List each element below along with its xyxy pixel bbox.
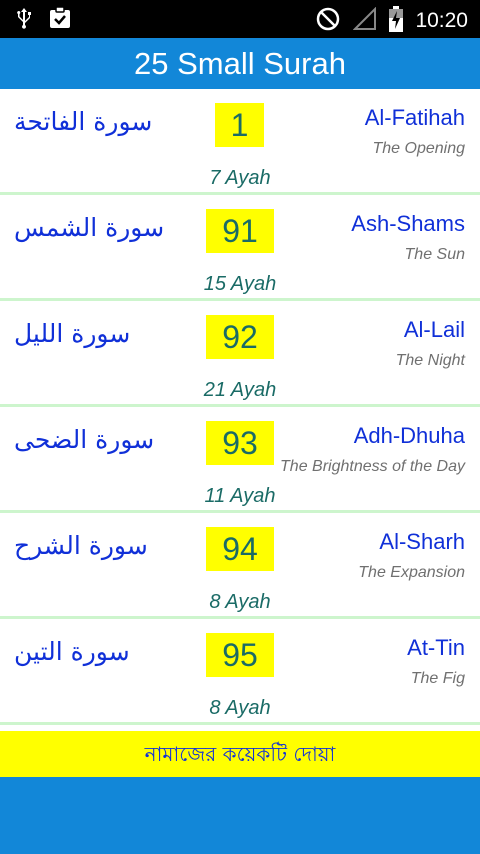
english-name: Al-Sharh bbox=[379, 529, 465, 554]
english-translation: The Night bbox=[395, 352, 465, 369]
surah-row-shams[interactable]: سورة الشمس 91 Ash-Shams The Sun 15 Ayah bbox=[0, 195, 480, 301]
arabic-name: سورة الشمس bbox=[14, 213, 165, 242]
surah-list: سورة الفاتحة 1 Al-Fatihah The Opening 7 … bbox=[0, 89, 480, 725]
english-name: Al-Lail bbox=[403, 317, 465, 342]
english-name: Adh-Dhuha bbox=[353, 423, 465, 448]
surah-row-tin[interactable]: سورة التين 95 At-Tin The Fig 8 Ayah bbox=[0, 619, 480, 725]
english-name: At-Tin bbox=[407, 635, 465, 660]
surah-number: 95 bbox=[206, 633, 274, 677]
english-name: Ash-Shams bbox=[351, 211, 465, 236]
english-name: Al-Fatihah bbox=[364, 105, 465, 130]
ayah-count: 7 Ayah bbox=[209, 167, 271, 189]
signal-empty-icon bbox=[353, 6, 377, 35]
english-translation: The Opening bbox=[372, 140, 465, 157]
ayah-count: 21 Ayah bbox=[203, 379, 277, 401]
arabic-name: سورة الضحى bbox=[14, 425, 155, 454]
status-bar: 10:20 bbox=[0, 0, 480, 38]
english-translation: The Fig bbox=[410, 670, 465, 687]
usb-icon bbox=[14, 6, 34, 34]
surah-number: 1 bbox=[215, 103, 264, 147]
clipboard-check-icon bbox=[48, 6, 72, 34]
clock: 10:20 bbox=[415, 9, 468, 32]
surah-number: 93 bbox=[206, 421, 274, 465]
app-title: 25 Small Surah bbox=[0, 38, 480, 89]
arabic-name: سورة الفاتحة bbox=[14, 107, 153, 136]
surah-row-dhuha[interactable]: سورة الضحى 93 Adh-Dhuha The Brightness o… bbox=[0, 407, 480, 513]
english-translation: The Sun bbox=[404, 246, 465, 263]
battery-charging-icon bbox=[389, 6, 404, 36]
surah-number: 94 bbox=[206, 527, 274, 571]
surah-row-sharh[interactable]: سورة الشرح 94 Al-Sharh The Expansion 8 A… bbox=[0, 513, 480, 619]
arabic-name: سورة التين bbox=[14, 637, 130, 666]
namaz-duas-button[interactable]: নামাজের কয়েকটি দোয়া bbox=[0, 731, 480, 777]
ayah-count: 8 Ayah bbox=[209, 697, 271, 719]
surah-row-fatihah[interactable]: سورة الفاتحة 1 Al-Fatihah The Opening 7 … bbox=[0, 89, 480, 195]
ayah-count: 15 Ayah bbox=[203, 273, 277, 295]
bottom-bar bbox=[0, 777, 480, 854]
english-translation: The Brightness of the Day bbox=[280, 458, 465, 475]
ayah-count: 11 Ayah bbox=[204, 485, 276, 507]
surah-number: 91 bbox=[206, 209, 274, 253]
surah-number: 92 bbox=[206, 315, 274, 359]
ayah-count: 8 Ayah bbox=[209, 591, 271, 613]
english-translation: The Expansion bbox=[358, 564, 465, 581]
arabic-name: سورة الشرح bbox=[14, 531, 148, 560]
surah-row-lail[interactable]: سورة الليل 92 Al-Lail The Night 21 Ayah bbox=[0, 301, 480, 407]
arabic-name: سورة الليل bbox=[14, 319, 131, 348]
no-sim-icon bbox=[315, 6, 341, 36]
